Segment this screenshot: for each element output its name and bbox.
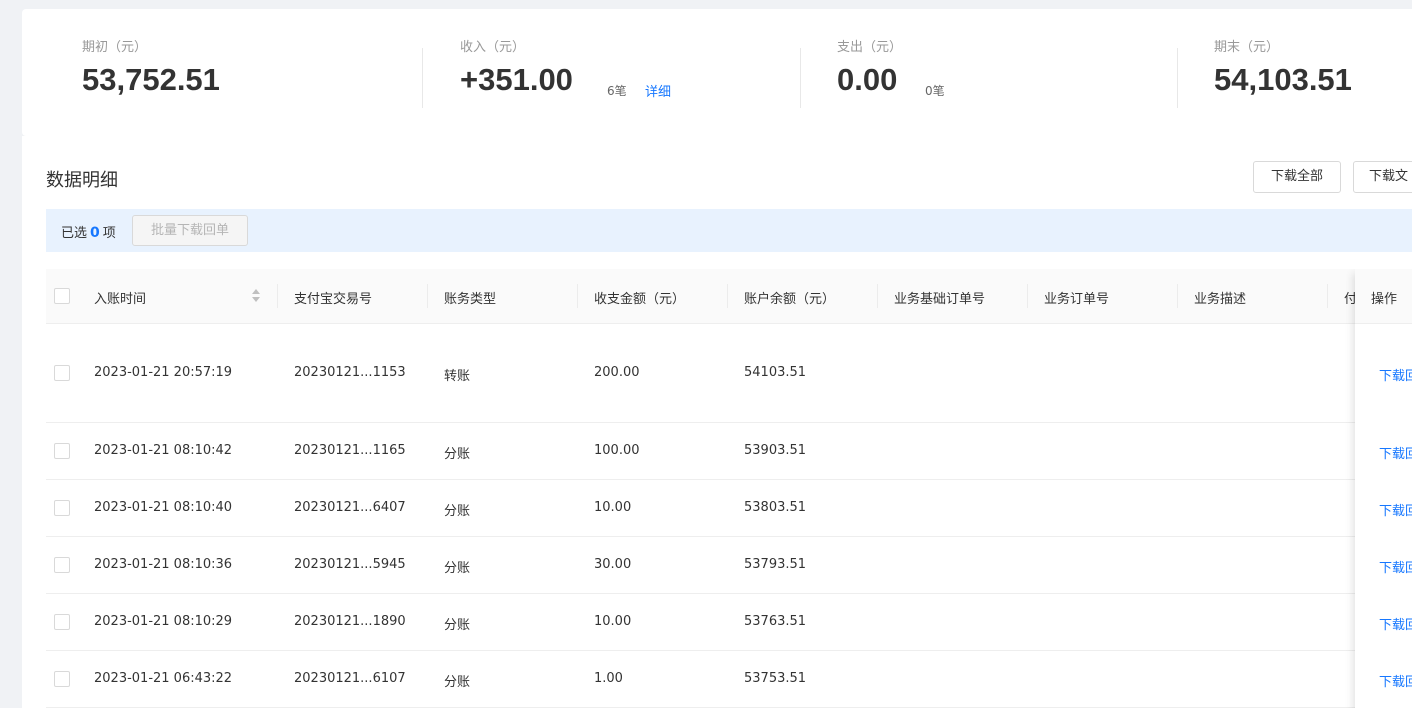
- header-op: 操作: [1371, 292, 1398, 307]
- batch-download-button[interactable]: 批量下载回单: [132, 215, 248, 246]
- selection-bar: 已选 0 项 批量下载回单: [46, 209, 1412, 252]
- income-value: +351.00: [460, 62, 573, 97]
- opening-value: 53,752.51: [82, 62, 220, 97]
- closing-value: 54,103.51: [1214, 62, 1352, 97]
- selection-count: 0: [90, 225, 100, 241]
- download-receipt-link[interactable]: 下载回: [1379, 365, 1412, 384]
- download-file-button[interactable]: 下载文: [1353, 161, 1412, 193]
- cell-amount: 30.00: [594, 557, 632, 572]
- table-row: 2023-01-21 08:10:40 20230121...6407 分账 1…: [46, 480, 1412, 537]
- cell-type: 分账: [444, 504, 471, 519]
- row-checkbox[interactable]: [54, 614, 70, 630]
- table-row: 2023-01-21 06:43:22 20230121...6107 分账 1…: [46, 651, 1412, 708]
- download-receipt-link[interactable]: 下载回: [1379, 614, 1412, 633]
- table-row: 2023-01-21 08:10:36 20230121...5945 分账 3…: [46, 537, 1412, 594]
- cell-amount: 10.00: [594, 614, 632, 629]
- selection-prefix: 已选: [61, 226, 88, 241]
- cell-balance: 53753.51: [744, 671, 807, 686]
- row-checkbox[interactable]: [54, 500, 70, 516]
- row-checkbox[interactable]: [54, 365, 70, 381]
- download-receipt-link[interactable]: 下载回: [1379, 443, 1412, 462]
- cell-amount: 200.00: [594, 365, 640, 380]
- cell-trade-no: 20230121...1890: [294, 614, 406, 629]
- download-all-button[interactable]: 下载全部: [1253, 161, 1341, 193]
- sort-icon[interactable]: [252, 289, 260, 303]
- column-separator: [577, 284, 578, 308]
- select-all-checkbox[interactable]: [54, 288, 70, 304]
- header-balance: 账户余额（元）: [744, 292, 836, 307]
- header-desc: 业务描述: [1194, 292, 1247, 307]
- cell-trade-no: 20230121...5945: [294, 557, 406, 572]
- table-row: 2023-01-21 20:57:19 20230121...1153 转账 2…: [46, 324, 1412, 423]
- cell-type: 转账: [444, 369, 471, 384]
- opening-label: 期初（元）: [82, 40, 148, 55]
- section-title: 数据明细: [46, 170, 118, 191]
- table-row: 2023-01-21 08:10:42 20230121...1165 分账 1…: [46, 423, 1412, 480]
- cell-time: 2023-01-21 20:57:19: [94, 365, 233, 380]
- cell-time: 2023-01-21 06:43:22: [94, 671, 233, 686]
- expense-count: 0笔: [925, 84, 945, 98]
- cell-balance: 53903.51: [744, 443, 807, 458]
- cell-trade-no: 20230121...6107: [294, 671, 406, 686]
- cell-time: 2023-01-21 08:10:42: [94, 443, 233, 458]
- cell-type: 分账: [444, 618, 471, 633]
- detail-card: 数据明细 下载全部 下载文 已选 0 项 批量下载回单 入账时间 支付宝交易号 账务…: [22, 136, 1412, 708]
- operation-header: 操作: [1355, 269, 1412, 324]
- column-separator: [427, 284, 428, 308]
- header-trade-no: 支付宝交易号: [294, 292, 373, 307]
- download-receipt-link[interactable]: 下载回: [1379, 500, 1412, 519]
- header-base-order: 业务基础订单号: [894, 292, 986, 307]
- cell-balance: 54103.51: [744, 365, 807, 380]
- divider: [422, 48, 423, 108]
- cell-time: 2023-01-21 08:10:40: [94, 500, 233, 515]
- summary-card: 期初（元） 53,752.51 收入（元） +351.00 6笔 详细 支出（元…: [22, 9, 1412, 136]
- header-time: 入账时间: [94, 292, 147, 307]
- cell-trade-no: 20230121...1165: [294, 443, 406, 458]
- column-separator: [277, 284, 278, 308]
- cell-type: 分账: [444, 675, 471, 690]
- cell-amount: 1.00: [594, 671, 623, 686]
- operation-column: 操作 下载回 下载回 下载回 下载回 下载回 下载回: [1355, 269, 1412, 708]
- cell-trade-no: 20230121...6407: [294, 500, 406, 515]
- column-separator: [1327, 284, 1328, 308]
- cell-amount: 100.00: [594, 443, 640, 458]
- cell-balance: 53793.51: [744, 557, 807, 572]
- expense-value: 0.00: [837, 62, 898, 97]
- income-count: 6笔: [607, 84, 627, 98]
- cell-balance: 53763.51: [744, 614, 807, 629]
- cell-time: 2023-01-21 08:10:29: [94, 614, 233, 629]
- column-separator: [1027, 284, 1028, 308]
- cell-time: 2023-01-21 08:10:36: [94, 557, 233, 572]
- cell-amount: 10.00: [594, 500, 632, 515]
- divider: [800, 48, 801, 108]
- income-label: 收入（元）: [460, 40, 526, 55]
- selection-status: 已选 0 项: [61, 222, 116, 241]
- download-receipt-link[interactable]: 下载回: [1379, 557, 1412, 576]
- column-separator: [727, 284, 728, 308]
- selection-suffix: 项: [102, 226, 116, 241]
- row-checkbox[interactable]: [54, 671, 70, 687]
- header-order: 业务订单号: [1044, 292, 1110, 307]
- download-receipt-link[interactable]: 下载回: [1379, 671, 1412, 690]
- data-table: 入账时间 支付宝交易号 账务类型 收支金额（元） 账户余额（元） 业务基础订单号…: [46, 269, 1412, 708]
- expense-label: 支出（元）: [837, 40, 903, 55]
- column-separator: [877, 284, 878, 308]
- closing-label: 期末（元）: [1214, 40, 1280, 55]
- income-detail-link[interactable]: 详细: [645, 81, 671, 100]
- column-separator: [1177, 284, 1178, 308]
- divider: [1177, 48, 1178, 108]
- cell-type: 分账: [444, 447, 471, 462]
- table-row: 2023-01-21 08:10:29 20230121...1890 分账 1…: [46, 594, 1412, 651]
- cell-balance: 53803.51: [744, 500, 807, 515]
- header-amount: 收支金额（元）: [594, 292, 686, 307]
- table-header: 入账时间 支付宝交易号 账务类型 收支金额（元） 账户余额（元） 业务基础订单号…: [46, 269, 1412, 324]
- row-checkbox[interactable]: [54, 557, 70, 573]
- cell-type: 分账: [444, 561, 471, 576]
- row-checkbox[interactable]: [54, 443, 70, 459]
- cell-trade-no: 20230121...1153: [294, 365, 406, 380]
- header-type: 账务类型: [444, 292, 497, 307]
